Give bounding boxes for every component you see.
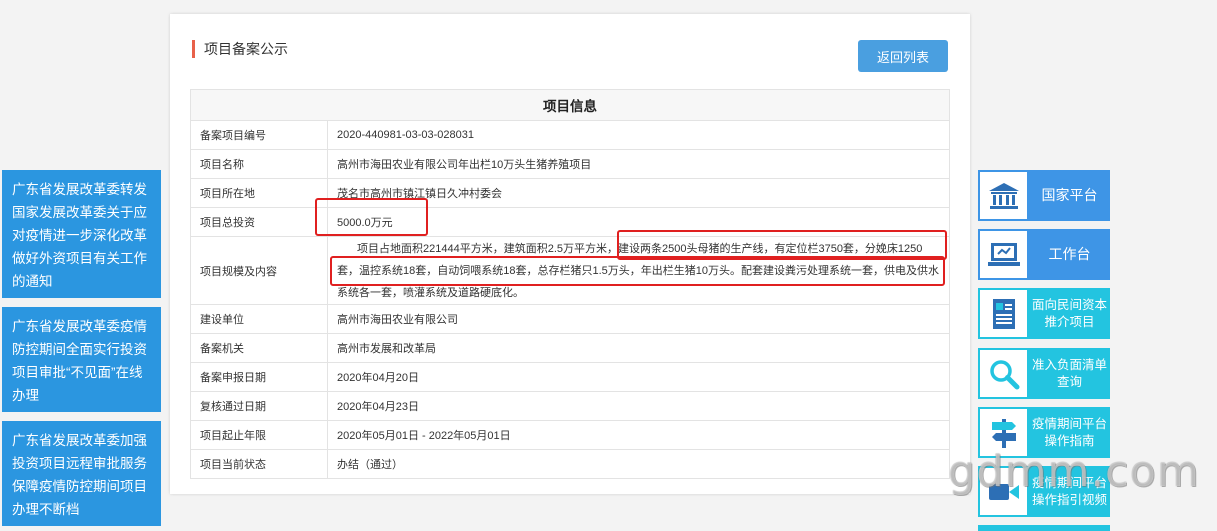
table-row: 备案申报日期 2020年04月20日 <box>190 362 950 392</box>
row-value: 2020年04月23日 <box>327 391 950 421</box>
row-value: 2020-440981-03-03-028031 <box>327 120 950 150</box>
row-value: 2020年04月20日 <box>327 362 950 392</box>
sidebar-label: 国家平台 <box>1041 187 1098 203</box>
row-label: 项目规模及内容 <box>190 236 328 305</box>
sidebar-item-partial[interactable] <box>978 525 1110 531</box>
table-row: 复核通过日期 2020年04月23日 <box>190 391 950 421</box>
row-label: 项目当前状态 <box>190 449 328 479</box>
project-info-table: 项目信息 备案项目编号 2020-440981-03-03-028031 项目名称… <box>190 89 950 479</box>
sidebar-label: 面向民间资本推介项目 <box>1032 297 1108 329</box>
table-row: 项目规模及内容 项目占地面积221444平方米，建筑面积2.5万平方米，建设两条2… <box>190 236 950 305</box>
table-heading: 项目信息 <box>190 89 950 121</box>
sidebar-label: 工作台 <box>1048 246 1091 262</box>
sidebar-label: 疫情期间平台操作指引视频 <box>1032 475 1108 507</box>
document-list-icon <box>980 290 1027 337</box>
row-label: 项目名称 <box>190 149 328 179</box>
table-row: 建设单位 高州市海田农业有限公司 <box>190 304 950 334</box>
sidebar-label: 疫情期间平台操作指南 <box>1032 416 1108 448</box>
notice-card-2[interactable]: 广东省发展改革委疫情防控期间全面实行投资项目审批“不见面”在线办理 <box>2 307 161 412</box>
row-value: 2020年05月01日 - 2022年05月01日 <box>327 420 950 450</box>
table-row: 项目总投资 5000.0万元 <box>190 207 950 237</box>
row-label: 建设单位 <box>190 304 328 334</box>
notice-card-3[interactable]: 广东省发展改革委加强投资项目远程审批服务保障疫情防控期间项目办理不断档 <box>2 421 161 526</box>
national-platform-button[interactable]: 国家平台 <box>978 170 1110 221</box>
row-value: 高州市海田农业有限公司年出栏10万头生猪养殖项目 <box>327 149 950 179</box>
row-label: 备案申报日期 <box>190 362 328 392</box>
row-label: 项目总投资 <box>190 207 328 237</box>
table-row: 项目所在地 茂名市高州市镇江镇日久冲村委会 <box>190 178 950 208</box>
video-camera-icon <box>980 468 1027 515</box>
row-value: 茂名市高州市镇江镇日久冲村委会 <box>327 178 950 208</box>
table-row: 备案项目编号 2020-440981-03-03-028031 <box>190 120 950 150</box>
sidebar-label: 准入负面清单查询 <box>1032 357 1108 389</box>
signpost-icon <box>980 409 1027 456</box>
row-label: 复核通过日期 <box>190 391 328 421</box>
row-label: 项目起止年限 <box>190 420 328 450</box>
row-value: 高州市海田农业有限公司 <box>327 304 950 334</box>
table-row: 备案机关 高州市发展和改革局 <box>190 333 950 363</box>
row-label: 备案项目编号 <box>190 120 328 150</box>
computer-icon <box>980 231 1027 278</box>
row-label: 项目所在地 <box>190 178 328 208</box>
search-icon <box>980 350 1027 397</box>
row-label: 备案机关 <box>190 333 328 363</box>
panel-title: 项目备案公示 <box>192 40 288 58</box>
back-to-list-button[interactable]: 返回列表 <box>858 40 948 72</box>
project-scale-text: 项目占地面积221444平方米，建筑面积2.5万平方米，建设两条2500头母猪的… <box>327 236 950 305</box>
table-row: 项目当前状态 办结（通过） <box>190 449 950 479</box>
table-row: 项目起止年限 2020年05月01日 - 2022年05月01日 <box>190 420 950 450</box>
table-row: 项目名称 高州市海田农业有限公司年出栏10万头生猪养殖项目 <box>190 149 950 179</box>
private-capital-projects-button[interactable]: 面向民间资本推介项目 <box>978 288 1110 339</box>
notice-card-1[interactable]: 广东省发展改革委转发国家发展改革委关于应对疫情进一步深化改革做好外资项目有关工作… <box>2 170 161 298</box>
platform-guide-video-button[interactable]: 疫情期间平台操作指引视频 <box>978 466 1110 517</box>
negative-list-query-button[interactable]: 准入负面清单查询 <box>978 348 1110 399</box>
government-building-icon <box>980 172 1027 219</box>
workbench-button[interactable]: 工作台 <box>978 229 1110 280</box>
project-record-panel: 项目备案公示 返回列表 项目信息 备案项目编号 2020-440981-03-03… <box>170 14 970 494</box>
row-value: 高州市发展和改革局 <box>327 333 950 363</box>
row-value: 办结（通过） <box>327 449 950 479</box>
platform-guide-button[interactable]: 疫情期间平台操作指南 <box>978 407 1110 458</box>
row-value: 5000.0万元 <box>327 207 950 237</box>
